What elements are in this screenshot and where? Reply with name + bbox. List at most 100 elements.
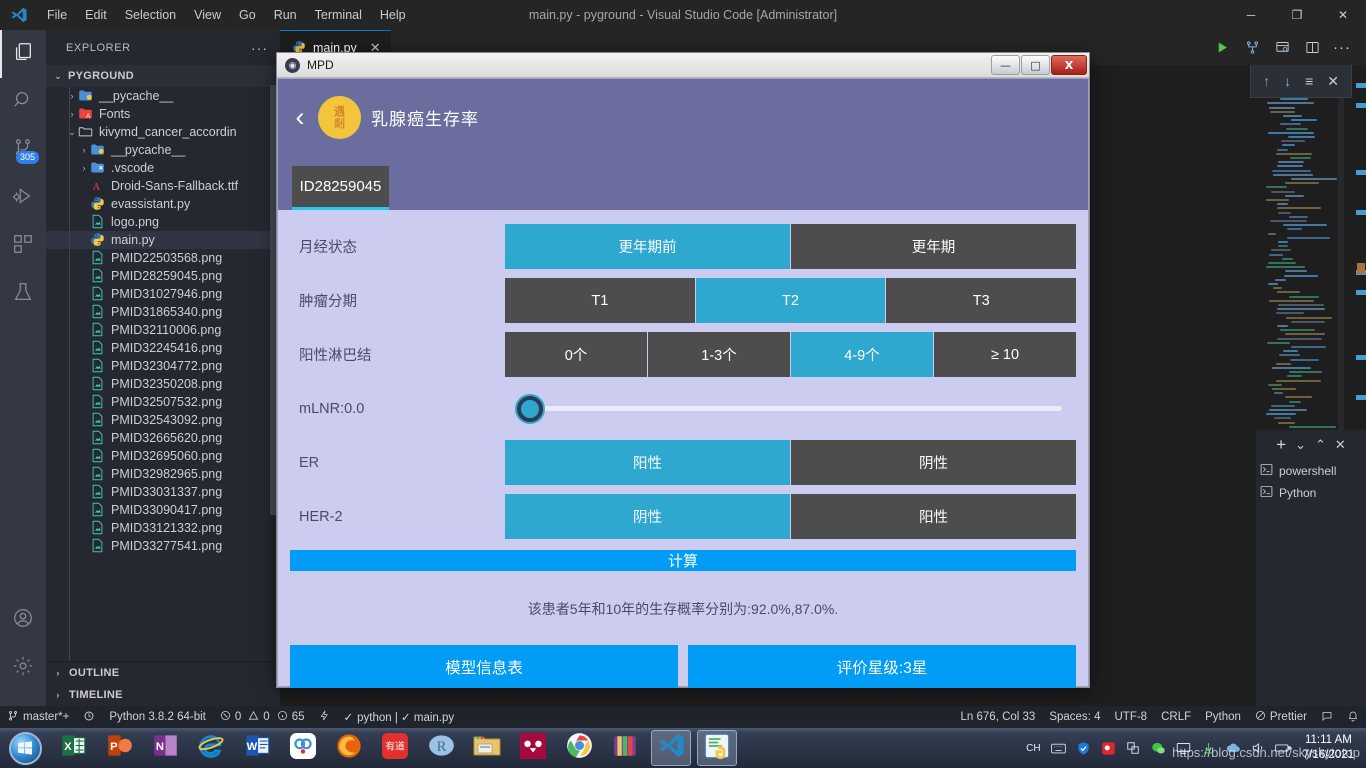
taskbar-item-file-explorer[interactable] xyxy=(464,728,510,768)
tree-item[interactable]: PMID32110006.png xyxy=(46,321,280,339)
calculate-button[interactable]: 计算 xyxy=(290,550,1076,571)
status-sync-button[interactable] xyxy=(76,706,102,728)
outline-section[interactable]: › OUTLINE xyxy=(46,662,280,684)
wechat-icon[interactable] xyxy=(1149,739,1168,758)
keyboard-icon[interactable] xyxy=(1049,739,1068,758)
run-python-file-button[interactable] xyxy=(1208,34,1236,62)
status-eol[interactable]: CRLF xyxy=(1154,706,1198,728)
split-editor-button[interactable] xyxy=(1298,34,1326,62)
tree-item[interactable]: PMID31865340.png xyxy=(46,303,280,321)
tree-item[interactable]: › __pycache__ xyxy=(46,87,280,105)
timeline-section[interactable]: › TIMELINE xyxy=(46,684,280,706)
status-python-interpreter[interactable]: Python 3.8.2 64-bit xyxy=(102,706,213,728)
more-actions-button[interactable]: ··· xyxy=(1328,34,1356,62)
tree-item[interactable]: PMID32304772.png xyxy=(46,357,280,375)
taskbar-item-vscode[interactable] xyxy=(648,728,694,768)
status-notifications-button[interactable] xyxy=(1340,706,1366,728)
taskbar-item-firefox[interactable] xyxy=(326,728,372,768)
cloud-icon[interactable] xyxy=(1224,739,1243,758)
option-button[interactable]: 阳性 xyxy=(505,440,790,485)
status-problems[interactable]: 0 0 65 xyxy=(213,706,312,728)
option-button[interactable]: 阴性 xyxy=(791,440,1076,485)
menu-go[interactable]: Go xyxy=(230,4,265,26)
menu-selection[interactable]: Selection xyxy=(116,4,185,26)
download-icon[interactable] xyxy=(1199,739,1218,758)
activity-source-control-button[interactable]: 305 xyxy=(0,126,46,174)
menu-run[interactable]: Run xyxy=(265,4,306,26)
menu-help[interactable]: Help xyxy=(371,4,415,26)
taskbar-item-youdao[interactable]: 有道 xyxy=(372,728,418,768)
network-share-icon[interactable] xyxy=(1124,739,1143,758)
taskbar-item-chrome[interactable] xyxy=(556,728,602,768)
status-python-lint[interactable]: ✓ python | ✓ main.py xyxy=(337,706,462,728)
tree-arrow-icon[interactable]: › xyxy=(66,91,78,101)
status-branch[interactable]: master*+ xyxy=(0,706,76,728)
tree-item[interactable]: PMID32350208.png xyxy=(46,375,280,393)
menu-edit[interactable]: Edit xyxy=(76,4,116,26)
tree-item[interactable]: PMID32982965.png xyxy=(46,465,280,483)
explorer-root-folder[interactable]: ⌄ PYGROUND xyxy=(46,65,280,87)
close-button[interactable]: ✕ xyxy=(1320,0,1366,30)
tree-item[interactable]: › A Fonts xyxy=(46,105,280,123)
taskbar-item-excel[interactable]: X xyxy=(50,728,96,768)
status-feedback-button[interactable] xyxy=(1314,706,1340,728)
status-encoding[interactable]: UTF-8 xyxy=(1107,706,1154,728)
back-chevron-icon[interactable]: ‹ xyxy=(292,104,308,131)
taskbar-clock[interactable]: 11:11 AM 7/16/2021 xyxy=(1299,733,1362,763)
sidebar-more-actions-button[interactable]: ··· xyxy=(251,40,268,56)
tree-item[interactable]: PMID33121332.png xyxy=(46,519,280,537)
arrow-up-icon[interactable]: ↑ xyxy=(1263,73,1270,89)
tree-item[interactable]: PMID32695060.png xyxy=(46,447,280,465)
slider-knob[interactable] xyxy=(517,395,543,422)
option-button[interactable]: 更年期前 xyxy=(505,224,790,269)
option-button[interactable]: ≥ 10 xyxy=(934,332,1076,377)
menu-file[interactable]: File xyxy=(38,4,76,26)
security-shield-icon[interactable] xyxy=(1074,739,1093,758)
tree-item[interactable]: PMID33090417.png xyxy=(46,501,280,519)
option-button[interactable]: 1-3个 xyxy=(648,332,790,377)
taskbar-item-word[interactable]: W xyxy=(234,728,280,768)
taskbar-item-onenote[interactable]: N xyxy=(142,728,188,768)
display-icon[interactable] xyxy=(1174,739,1193,758)
option-button[interactable]: 阳性 xyxy=(791,494,1076,539)
status-indentation[interactable]: Spaces: 4 xyxy=(1042,706,1107,728)
taskbar-item-internet-explorer[interactable] xyxy=(188,728,234,768)
tree-item[interactable]: evassistant.py xyxy=(46,195,280,213)
selection-icon[interactable]: ≡ xyxy=(1305,73,1313,89)
tree-arrow-icon[interactable]: › xyxy=(78,145,90,155)
activity-testing-button[interactable] xyxy=(0,270,46,318)
activity-accounts-button[interactable] xyxy=(0,596,46,644)
menu-terminal[interactable]: Terminal xyxy=(306,4,371,26)
tree-item[interactable]: PMID32507532.png xyxy=(46,393,280,411)
tree-item[interactable]: PMID32245416.png xyxy=(46,339,280,357)
option-button[interactable]: 更年期 xyxy=(791,224,1076,269)
slider-track[interactable] xyxy=(529,406,1062,411)
tree-item[interactable]: main.py xyxy=(46,231,280,249)
battery-icon[interactable] xyxy=(1274,739,1293,758)
tree-arrow-icon[interactable]: ⌄ xyxy=(66,127,78,138)
find-widget[interactable]: ↑ ↓ ≡ ✕ xyxy=(1250,65,1352,98)
status-language-mode[interactable]: Python xyxy=(1198,706,1248,728)
taskbar-item-wps[interactable] xyxy=(280,728,326,768)
chevron-down-icon[interactable]: ⌄ xyxy=(1295,437,1306,453)
new-terminal-button[interactable]: + xyxy=(1276,435,1286,455)
tree-item[interactable]: PMID31027946.png xyxy=(46,285,280,303)
option-button[interactable]: T1 xyxy=(505,278,695,323)
mlnr-slider[interactable] xyxy=(505,386,1076,431)
tree-item[interactable]: PMID32543092.png xyxy=(46,411,280,429)
rating-stars-button[interactable]: 评价星级:3星 xyxy=(688,645,1076,688)
activity-run-debug-button[interactable] xyxy=(0,174,46,222)
volume-icon[interactable] xyxy=(1249,739,1268,758)
option-button[interactable]: 0个 xyxy=(505,332,647,377)
option-button[interactable]: 4-9个 xyxy=(791,332,933,377)
patient-id-tab[interactable]: ID28259045 xyxy=(292,166,389,210)
chevron-up-icon[interactable]: ⌃ xyxy=(1315,437,1326,453)
activity-extensions-button[interactable] xyxy=(0,222,46,270)
maximize-button[interactable]: ❐ xyxy=(1274,0,1320,30)
tree-item[interactable]: PMID33031337.png xyxy=(46,483,280,501)
close-icon[interactable]: ✕ xyxy=(1327,73,1339,90)
activity-settings-button[interactable] xyxy=(0,644,46,692)
run-and-debug-button[interactable] xyxy=(1238,34,1266,62)
tree-item[interactable]: › __pycache__ xyxy=(46,141,280,159)
close-panel-button[interactable]: ✕ xyxy=(1335,437,1346,453)
